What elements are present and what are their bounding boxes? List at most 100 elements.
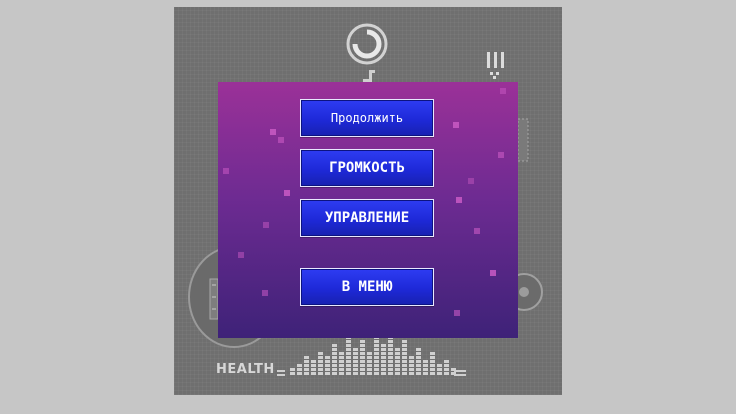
health-bar-block [437,368,442,371]
health-bar-block [374,368,379,371]
health-bar-block [381,348,386,351]
pixel-particle [474,228,480,234]
health-bar-block [374,360,379,363]
health-bar-block [360,372,365,375]
health-bar-block [332,344,337,347]
pixel-particle [284,190,290,196]
health-bar-block [318,372,323,375]
health-bar-block [346,340,351,343]
health-bar-block [444,368,449,371]
health-bar-block [444,360,449,363]
pixel-particle [453,122,459,128]
health-bar-block [381,344,386,347]
health-bar-block [395,348,400,351]
health-bar-block [395,352,400,355]
health-bar-block [402,348,407,351]
health-bar-block [402,356,407,359]
health-bar-block [297,364,302,367]
health-bar-block [360,360,365,363]
health-bar-block [423,364,428,367]
health-bar-block [381,360,386,363]
health-bar-block [374,356,379,359]
health-bar-block [367,368,372,371]
pixel-particle [278,137,284,143]
health-bar-block [353,348,358,351]
health-bar-block [311,372,316,375]
health-bar-block [332,352,337,355]
pixel-particle [468,178,474,184]
health-bar-block [311,360,316,363]
health-bar-block [339,368,344,371]
health-bar-block [304,360,309,363]
health-bar-block [444,364,449,367]
health-bar-block [430,364,435,367]
health-bar-block [416,352,421,355]
health-bar-block [388,372,393,375]
health-bar-block [416,372,421,375]
pixel-particle [498,152,504,158]
health-bar-block [304,364,309,367]
health-bar-block [395,360,400,363]
health-bar-block [360,344,365,347]
health-bar-block [402,360,407,363]
health-bar-block [297,368,302,371]
health-bar-block [451,372,456,375]
health-bar-block [437,364,442,367]
health-bar-block [402,352,407,355]
health-bar-block [346,344,351,347]
controls-button[interactable]: УПРАВЛЕНИЕ [300,199,434,237]
health-bar-block [409,360,414,363]
continue-button[interactable]: Продолжить [300,99,434,137]
circular-timer-icon [346,23,388,65]
pixel-particle [456,197,462,203]
health-bar-block [388,344,393,347]
health-bar-block [395,364,400,367]
health-bar-block [388,364,393,367]
health-bar-block [430,372,435,375]
health-bar-block [367,356,372,359]
health-bar-block [290,372,295,375]
health-bar-block [367,352,372,355]
health-bar-block [332,372,337,375]
health-bar-block [318,360,323,363]
health-bar-block [444,372,449,375]
health-bar-block [332,368,337,371]
health-bar-block [325,368,330,371]
health-bar-block [402,368,407,371]
health-bar-block [388,352,393,355]
volume-button[interactable]: ГРОМКОСТЬ [300,149,434,187]
pause-menu-overlay: Продолжить ГРОМКОСТЬ УПРАВЛЕНИЕ В МЕНЮ [218,82,518,338]
pixel-particle [238,252,244,258]
health-bar-block [381,352,386,355]
health-bar-block [423,360,428,363]
health-bar-block [416,364,421,367]
health-bar-block [367,364,372,367]
health-bar-block [311,364,316,367]
health-bar-block [304,356,309,359]
health-bar-block [360,340,365,343]
health-bar-block [367,360,372,363]
health-bar-block [360,356,365,359]
health-bar-block [416,356,421,359]
health-bar-block [346,352,351,355]
pause-bars-icon [487,52,504,79]
main-menu-button[interactable]: В МЕНЮ [300,268,434,306]
health-bar-block [304,372,309,375]
health-bar-block [346,356,351,359]
health-bar-block [402,364,407,367]
health-bar-block [416,368,421,371]
pixel-particle [263,222,269,228]
health-bar-block [311,368,316,371]
health-bar-block [395,372,400,375]
health-bar-block [304,368,309,371]
health-bar-block [290,368,295,371]
health-bar-block [388,348,393,351]
health-bar-block [409,372,414,375]
health-bar-block [360,364,365,367]
pixel-particle [454,310,460,316]
health-bar-block [339,372,344,375]
health-bar-block [430,356,435,359]
health-bar-block [339,360,344,363]
health-bar-block [416,348,421,351]
health-bar-block [388,368,393,371]
